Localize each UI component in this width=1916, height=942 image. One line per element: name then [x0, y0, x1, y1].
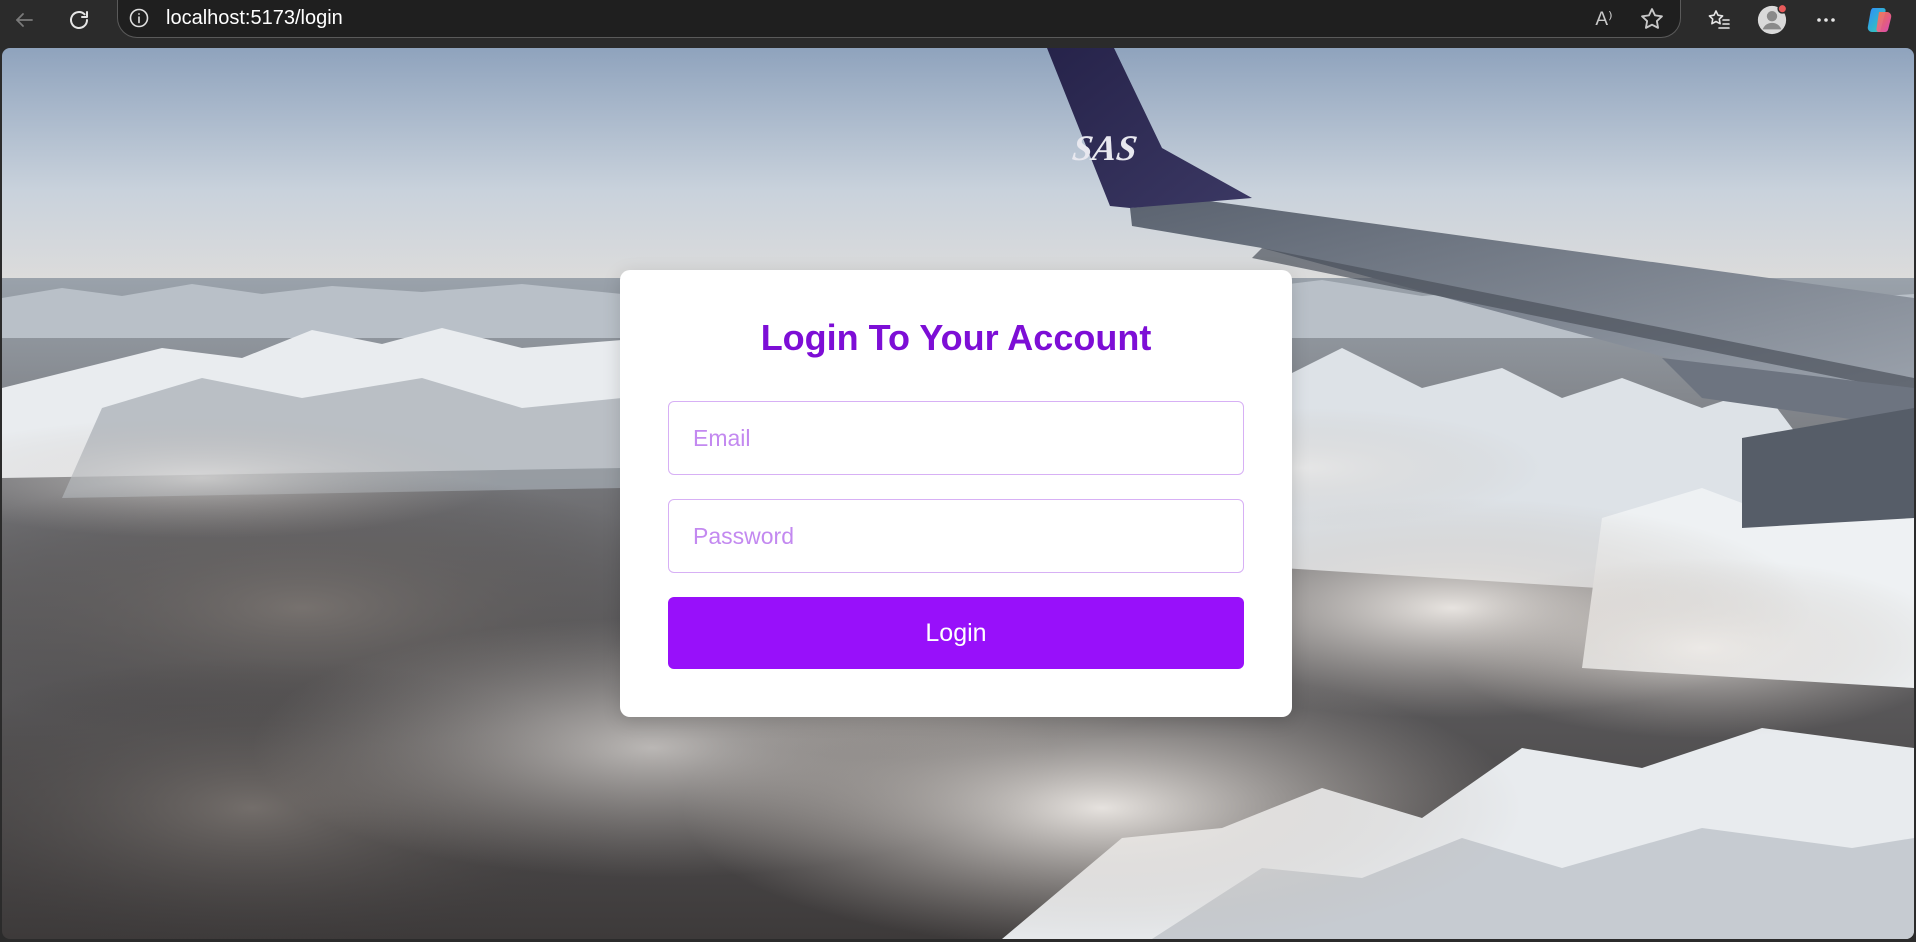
svg-text:SAS: SAS — [1070, 128, 1140, 168]
favorites-icon — [1708, 10, 1730, 29]
password-input[interactable] — [668, 499, 1244, 573]
profile-button[interactable] — [1756, 3, 1788, 36]
arrow-left-icon — [16, 13, 33, 27]
url-text[interactable]: localhost:5173/login — [166, 7, 343, 29]
more-button[interactable] — [1810, 4, 1842, 36]
reload-button[interactable] — [63, 4, 95, 36]
email-input[interactable] — [668, 401, 1244, 475]
login-button[interactable]: Login — [668, 597, 1244, 669]
browser-toolbar: localhost:5173/login A⁾ — [0, 0, 1916, 40]
star-icon[interactable] — [1638, 5, 1666, 33]
back-button[interactable] — [8, 4, 40, 36]
login-card: Login To Your Account Login — [620, 270, 1292, 717]
reload-icon — [70, 11, 88, 29]
more-icon — [1817, 18, 1835, 22]
profile-icon — [1757, 3, 1788, 35]
info-icon[interactable] — [128, 7, 150, 29]
favorites-button[interactable] — [1703, 4, 1735, 36]
address-bar[interactable]: localhost:5173/login A⁾ — [117, 0, 1681, 38]
read-aloud-icon[interactable]: A⁾ — [1590, 5, 1618, 33]
login-title: Login To Your Account — [760, 317, 1152, 358]
page-viewport: SAS Login To Your Account Login — [2, 48, 1914, 939]
copilot-icon — [1867, 8, 1892, 32]
copilot-button[interactable] — [1864, 4, 1896, 36]
